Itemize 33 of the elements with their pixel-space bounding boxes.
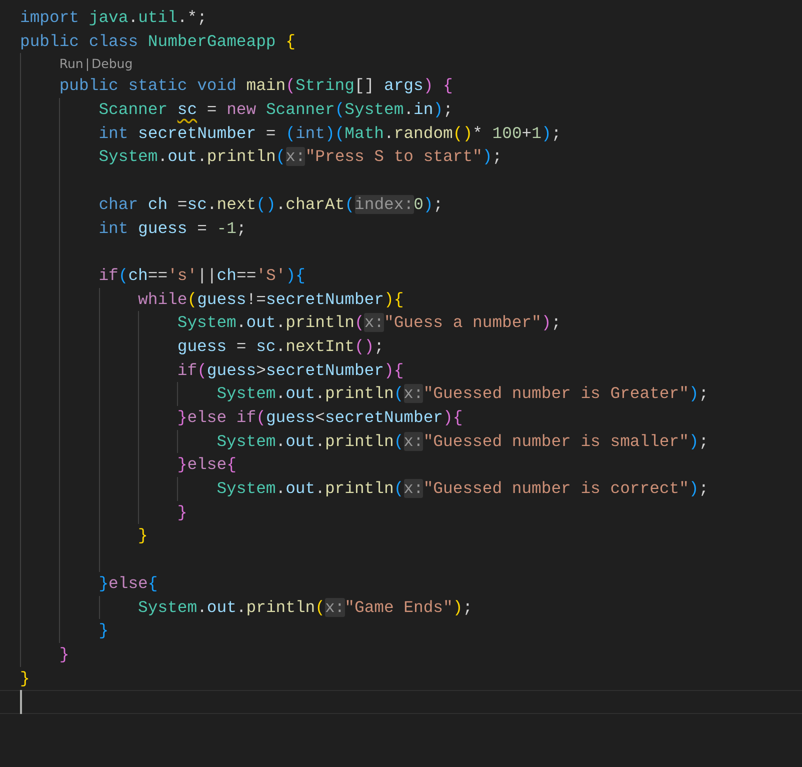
code-line: System.out.println(x:"Game Ends"); bbox=[138, 596, 473, 618]
code-line: System.out.println(x:"Guessed number is Greater"); bbox=[216, 383, 709, 406]
code-line: } bbox=[59, 644, 70, 666]
code-line: if(ch=='s'||ch=='S'){ bbox=[98, 264, 306, 287]
code-line: public static void main(String[] args) { bbox=[59, 75, 453, 98]
codelens-separator: | bbox=[84, 55, 91, 74]
code-line: import java.util.*; bbox=[20, 7, 207, 29]
code-line: char ch =sc.next().charAt(index:0); bbox=[98, 194, 444, 216]
code-line: }else if(guess<secretNumber){ bbox=[177, 407, 463, 429]
code-line: System.out.println(x:"Guess a number"); bbox=[177, 312, 562, 334]
code-line: if(guess>secretNumber){ bbox=[177, 360, 404, 382]
code-line: } bbox=[177, 502, 188, 524]
text-cursor bbox=[20, 690, 22, 714]
code-line: System.out.println(x:"Press S to start"); bbox=[98, 146, 502, 168]
code-line: } bbox=[20, 668, 30, 690]
codelens-link[interactable]: Debug bbox=[92, 53, 133, 74]
code-line: } bbox=[98, 620, 109, 642]
indent-guide bbox=[177, 382, 178, 406]
code-line: public class NumberGameapp { bbox=[20, 30, 296, 53]
codelens-link[interactable]: Run bbox=[59, 53, 84, 74]
code-line: while(guess!=secretNumber){ bbox=[138, 288, 404, 311]
code-line: int guess = -1; bbox=[98, 218, 246, 240]
indent-guide bbox=[177, 477, 178, 501]
code-line: System.out.println(x:"Guessed number is smaller"); bbox=[216, 430, 709, 453]
indent-guide bbox=[98, 596, 100, 620]
code-line: }else{ bbox=[98, 572, 158, 595]
indent-guide bbox=[177, 430, 178, 454]
code-line: } bbox=[138, 525, 148, 548]
code-line: guess = sc.nextInt(); bbox=[177, 336, 384, 358]
code-line: System.out.println(x:"Guessed number is correct"); bbox=[216, 478, 709, 500]
code-line: Scanner sc = new Scanner(System.in); bbox=[98, 99, 453, 122]
code-line: int secretNumber = (int)(Math.random()* 100+1); bbox=[98, 122, 562, 145]
code-line: }else{ bbox=[177, 454, 236, 476]
